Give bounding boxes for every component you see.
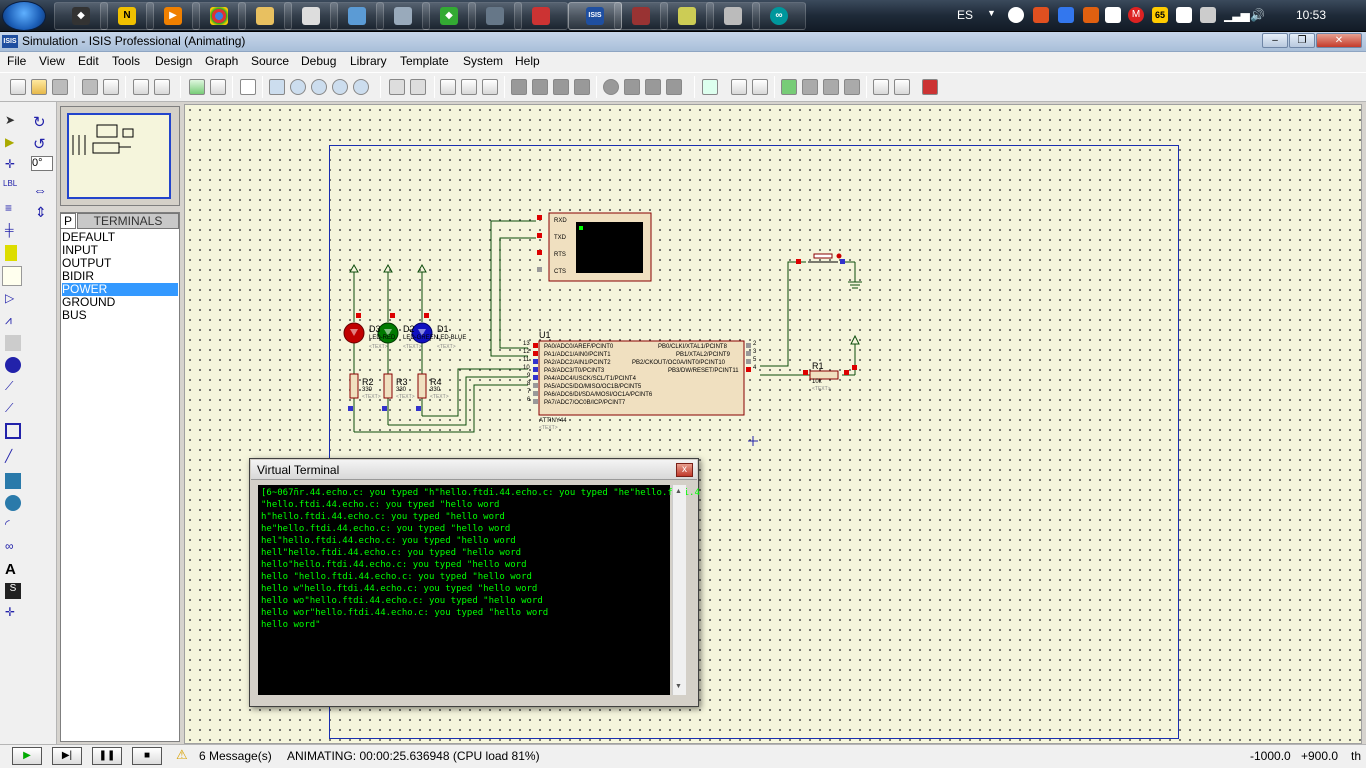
chip-pin-left: PA2/ADC2/AIN1/PCINT2 xyxy=(544,360,611,366)
chip-pin-left: PA0/ADC0/AREF/PCINT0 xyxy=(544,344,614,350)
chip-pin-right: PB2/CKOUT/OC0A/INT0/PCINT10 xyxy=(632,360,726,366)
chip-pin-number: 11 xyxy=(523,357,530,363)
coord-unit: th xyxy=(1351,749,1362,763)
terminal-pin-label: RTS xyxy=(554,252,566,258)
virtual-terminal-close-button[interactable]: x xyxy=(676,463,693,477)
stop-button[interactable]: ■ xyxy=(132,747,162,765)
chip-pin-number: 4 xyxy=(753,365,757,371)
chip-pin-right: PB1/XTAL2/PCINT9 xyxy=(676,352,730,358)
led-text: <TEXT> xyxy=(403,344,422,350)
stop-icon: ■ xyxy=(143,750,151,761)
chip-pin-right: PB3/DW/RESET/PCINT11 xyxy=(668,368,739,374)
terminal-pin-label: CTS xyxy=(554,269,566,275)
terminal-line: [6~067ñr.44.echo.c: you typed "h"hello.f… xyxy=(261,488,700,498)
resistor-ref: R1 xyxy=(812,361,824,371)
resistor-ref: R4 xyxy=(430,377,442,387)
terminal-line: hello wo"hello.ftdi.44.echo.c: you typed… xyxy=(261,596,543,606)
chip-pin-left: PA1/ADC1/AIN0/PCINT1 xyxy=(544,352,611,358)
play-icon: ▶ xyxy=(23,750,31,761)
terminal-line: he"hello.ftdi.44.echo.c: you typed "hell… xyxy=(261,524,511,534)
terminal-line: hello word" xyxy=(261,620,321,630)
led-text: <TEXT> xyxy=(369,344,388,350)
led-ref: D3 xyxy=(369,324,381,334)
chip-pin-left: PA5/ADC5/DO/MISO/OC1B/PCINT5 xyxy=(544,384,642,390)
chip-pin-left: PA3/ADC3/T0/PCINT3 xyxy=(544,368,605,374)
messages-count[interactable]: 6 Message(s) xyxy=(199,749,272,763)
terminal-line: hell"hello.ftdi.44.echo.c: you typed "he… xyxy=(261,548,522,558)
chip-pin-number: 8 xyxy=(527,381,531,387)
terminal-line: h"hello.ftdi.44.echo.c: you typed "hello… xyxy=(261,512,505,522)
resistor-text: <TEXT> xyxy=(430,394,449,400)
chip-pin-left: PA4/ADC4/USCK/SCL/T1/PCINT4 xyxy=(544,376,636,382)
terminal-line: hel"hello.ftdi.44.echo.c: you typed "hel… xyxy=(261,536,516,546)
resistor-ref: R2 xyxy=(362,377,374,387)
terminal-line: "hello.ftdi.44.echo.c: you typed "hello … xyxy=(261,500,500,510)
resistor-value: 10k xyxy=(812,379,822,385)
resistor-text: <TEXT> xyxy=(396,394,415,400)
chip-pin-number: 2 xyxy=(753,341,757,347)
pause-icon: ❚❚ xyxy=(98,750,116,761)
scroll-down-icon[interactable]: ▼ xyxy=(675,683,682,690)
chip-pin-number: 9 xyxy=(527,373,531,379)
chip-pin-number: 10 xyxy=(523,365,530,371)
warning-icon: ⚠ xyxy=(176,747,188,762)
chip-pin-right: PB0/CLKI/XTAL1/PCINT8 xyxy=(658,344,727,350)
led-ref: D2 xyxy=(403,324,415,334)
led-label: LED-RED xyxy=(369,335,396,341)
animation-status: ANIMATING: 00:00:25.636948 (CPU load 81%… xyxy=(287,749,540,763)
chip-pin-number: 3 xyxy=(753,349,757,355)
step-button[interactable]: ▶| xyxy=(52,747,82,765)
terminal-pin-label: TXD xyxy=(554,235,566,241)
resistor-text: <TEXT> xyxy=(812,386,831,392)
chip-pin-left: PA6/ADC6/DI/SDA/MOSI/OC1A/PCINT6 xyxy=(544,392,653,398)
coord-y: +900.0 xyxy=(1301,749,1339,763)
led-label: LED-BLUE xyxy=(437,335,467,341)
terminal-line: hello "hello.ftdi.44.echo.c: you typed "… xyxy=(261,572,532,582)
terminal-line: hello"hello.ftdi.44.echo.c: you typed "h… xyxy=(261,560,527,570)
play-button[interactable]: ▶ xyxy=(12,747,42,765)
chip-pin-number: 6 xyxy=(527,397,531,403)
terminal-pin-label: RXD xyxy=(554,218,567,224)
led-ref: D1 xyxy=(437,324,449,334)
chip-pin-number: 13 xyxy=(523,341,530,347)
resistor-ref: R3 xyxy=(396,377,408,387)
chip-pin-number: 7 xyxy=(527,389,531,395)
led-label: LED-GREEN xyxy=(403,335,439,341)
resistor-value: 330 xyxy=(362,387,373,393)
resistor-value: 330 xyxy=(396,387,407,393)
chip-pin-left: PA7/ADC7/OC0B/ICP/PCINT7 xyxy=(544,400,626,406)
chip-text: <TEXT> xyxy=(539,425,558,431)
coord-x: -1000.0 xyxy=(1250,749,1291,763)
virtual-terminal-title: Virtual Terminal xyxy=(257,463,340,477)
led-text: <TEXT> xyxy=(437,344,456,350)
virtual-terminal-scrollbar[interactable] xyxy=(672,485,686,695)
step-icon: ▶| xyxy=(61,750,73,761)
resistor-value: 330 xyxy=(430,387,441,393)
chip-part: ATTINY44 xyxy=(539,418,567,424)
chip-pin-number: 5 xyxy=(753,357,757,363)
resistor-text: <TEXT> xyxy=(362,394,381,400)
pause-button[interactable]: ❚❚ xyxy=(92,747,122,765)
chip-pin-number: 12 xyxy=(523,349,530,355)
terminal-line: hello wor"hello.ftdi.44.echo.c: you type… xyxy=(261,608,549,618)
scroll-up-icon[interactable]: ▲ xyxy=(675,488,682,495)
chip-ref: U1 xyxy=(539,330,551,340)
terminal-line: hello w"hello.ftdi.44.echo.c: you typed … xyxy=(261,584,538,594)
